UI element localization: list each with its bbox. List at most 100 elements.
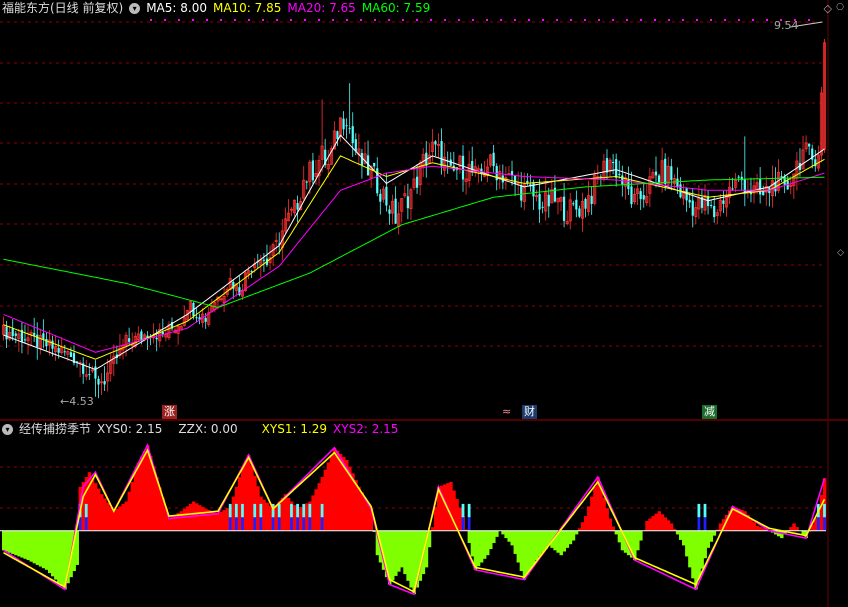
signal-bar-blue — [703, 517, 707, 531]
xys0-bar — [118, 506, 122, 531]
header-dot — [808, 19, 810, 21]
candle-down — [373, 162, 376, 167]
xys0-bar — [335, 450, 340, 531]
header-dot — [374, 19, 376, 21]
xys0-bar — [17, 530, 21, 557]
low-price-value: 4.53 — [69, 395, 94, 408]
xys0-bar — [360, 492, 364, 531]
xys0-bar — [789, 527, 793, 531]
candle-down — [657, 175, 661, 183]
signal-bar-blue — [84, 517, 88, 531]
event-marker-rise[interactable]: 涨 — [162, 405, 177, 419]
signal-bar-blue — [241, 517, 244, 531]
xys0-bar — [115, 508, 119, 531]
header-dot — [640, 19, 642, 21]
signal-bar-blue — [816, 517, 820, 531]
candle-down — [562, 196, 566, 221]
settings-dot-icon[interactable]: ○ — [836, 2, 844, 12]
candle-down — [5, 326, 8, 340]
xys0-label: XYS0: 2.15 — [97, 422, 163, 436]
header-dot — [164, 19, 166, 21]
chevron-down-icon[interactable]: ▾ — [2, 424, 13, 435]
signal-bar-cyan — [228, 503, 232, 518]
xys0-bar — [397, 530, 401, 572]
xys0-bar — [250, 465, 254, 531]
xys0-bar — [219, 511, 223, 531]
xys0-bar — [329, 455, 334, 531]
candle-down — [578, 208, 581, 217]
candle-down — [618, 173, 621, 175]
xys0-bar — [133, 472, 138, 531]
xys0-bar — [409, 530, 413, 588]
xys0-bar — [611, 526, 616, 531]
candle-down — [590, 195, 593, 204]
header-dot — [584, 19, 586, 21]
xys0-bar — [127, 491, 132, 531]
xys0-bar — [651, 516, 655, 531]
xys0-bar — [247, 455, 251, 531]
xys0-bar — [293, 505, 297, 531]
xys0-bar — [262, 499, 266, 531]
xys0-bar — [599, 487, 603, 531]
candle-down — [670, 166, 673, 180]
xys0-bar — [23, 530, 27, 559]
event-marker-reduce[interactable]: 减 — [702, 405, 717, 419]
candle-down — [351, 126, 354, 144]
xys0-bar — [57, 530, 61, 583]
ma60-label: MA60: 7.59 — [361, 1, 431, 15]
xys0-bar — [152, 466, 156, 531]
xys0-bar — [574, 530, 579, 535]
xys0-bar — [130, 481, 135, 531]
candle-down — [36, 334, 39, 347]
xys0-bar — [188, 503, 193, 531]
candle-down — [11, 328, 14, 337]
xys0-bar — [400, 530, 404, 568]
xys0-bar — [265, 502, 269, 531]
signal-bar-blue — [308, 517, 312, 531]
xys0-bar — [314, 489, 318, 531]
candle-down — [42, 333, 45, 340]
xys0-bar — [357, 486, 361, 531]
xys0-bar — [283, 494, 288, 531]
xys0-bar — [467, 530, 472, 543]
stock-title: 福能东方(日线 前复权) — [2, 1, 124, 15]
xys0-bar — [145, 445, 150, 531]
xys0-bar — [639, 530, 643, 541]
candle-down — [262, 259, 266, 261]
xys0-bar — [430, 527, 435, 531]
signal-bar-blue — [259, 517, 263, 531]
xys0-bar — [660, 514, 665, 531]
candle-down — [572, 203, 575, 205]
candle-down — [97, 378, 100, 385]
indicator-panel-header: ▾ 经传捕捞季节 XYS0: 2.15 ZZX: 0.00 XYS1: 1.29 XYS2… — [2, 421, 404, 437]
signal-bar-cyan — [697, 503, 701, 518]
xys0-bar — [636, 530, 640, 551]
xys0-bar — [531, 530, 536, 565]
candle-down — [808, 143, 811, 147]
settings-diamond-icon[interactable]: ◇ — [824, 2, 832, 15]
candle-down — [685, 188, 688, 201]
xys0-bar — [479, 530, 484, 563]
xys0-bar — [525, 530, 530, 575]
xys0-bar — [513, 530, 518, 554]
candle-down — [575, 199, 578, 210]
candle-down — [676, 178, 679, 188]
candle-down — [584, 198, 587, 209]
xys0-bar — [103, 498, 107, 531]
header-dot — [332, 19, 334, 21]
candle-down — [615, 159, 618, 178]
xys0-bar — [311, 495, 315, 531]
header-dot — [262, 19, 264, 21]
xys0-bar — [492, 530, 496, 543]
candle-down — [642, 195, 645, 200]
xys0-bar — [38, 530, 43, 567]
header-dot — [444, 19, 446, 21]
chevron-down-icon[interactable]: ▾ — [129, 3, 141, 14]
main-panel-header: 福能东方(日线 前复权) ▾ MA5: 8.00 MA10: 7.85 MA20: 7.… — [2, 0, 436, 16]
xys0-bar — [443, 484, 447, 531]
xys0-bar — [709, 530, 714, 542]
signal-bar-cyan — [823, 503, 826, 518]
xys0-bar — [124, 501, 128, 531]
xys0-bar — [286, 497, 291, 531]
event-marker-finance[interactable]: 财 — [522, 405, 537, 419]
